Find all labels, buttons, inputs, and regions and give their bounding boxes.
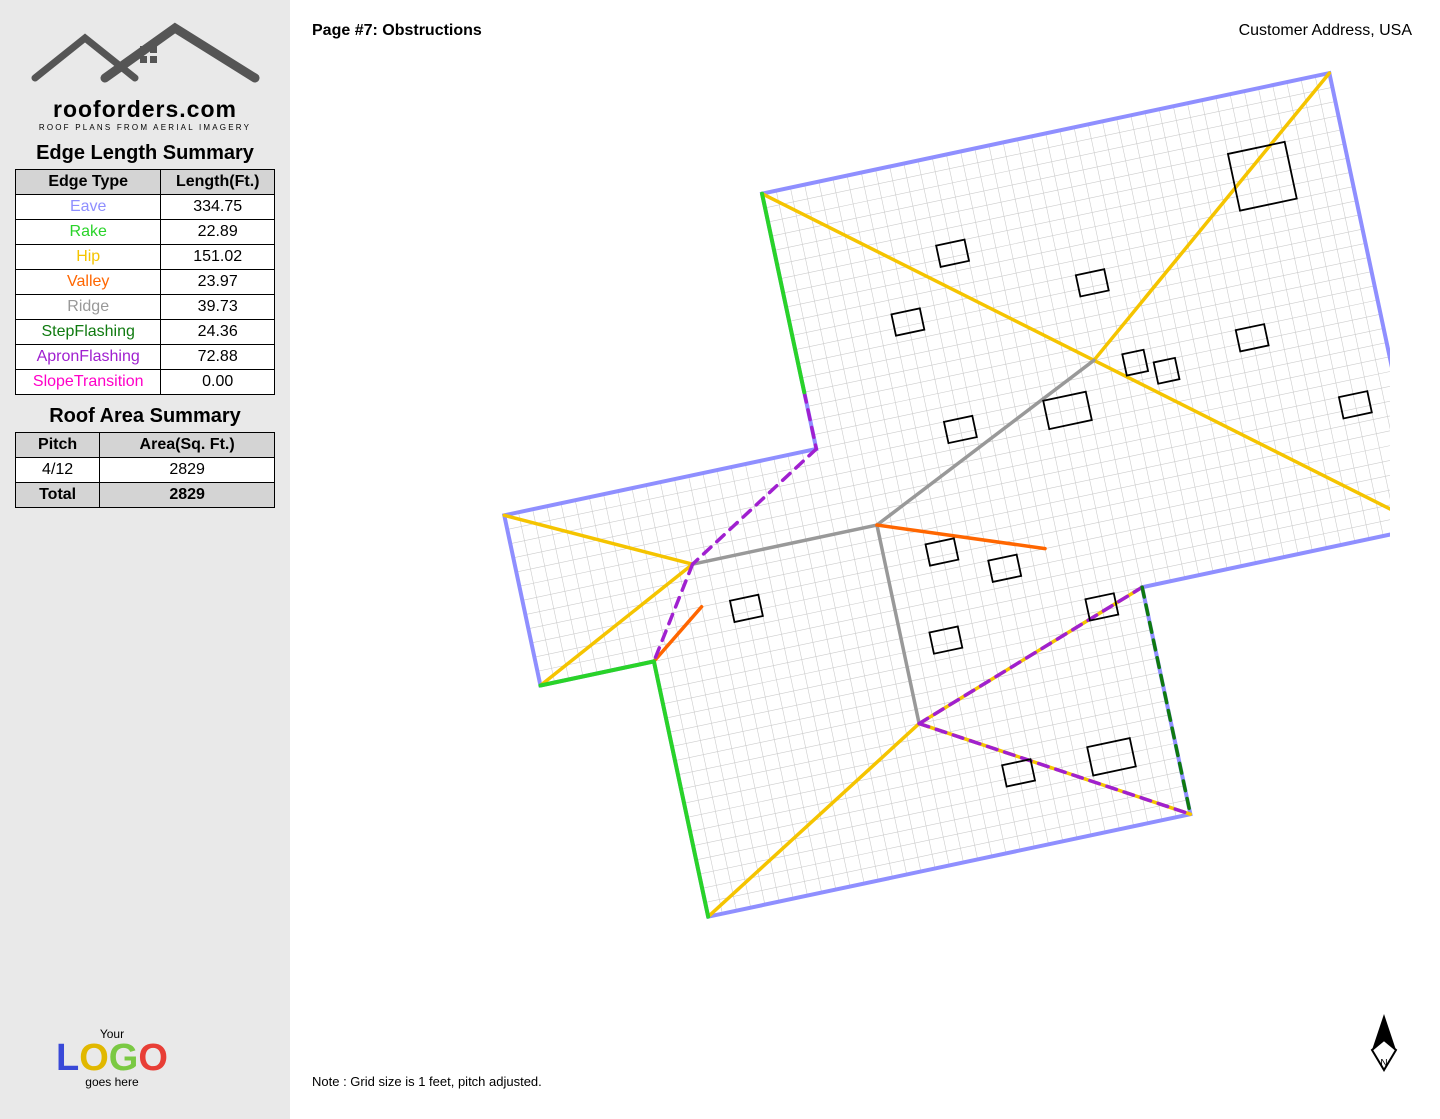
edge-type-cell: Rake xyxy=(16,220,161,245)
edge-type-cell: Hip xyxy=(16,245,161,270)
compass-icon: N xyxy=(1364,1012,1404,1077)
table-row: 4/122829 xyxy=(16,458,275,483)
edge-length-cell: 23.97 xyxy=(161,270,275,295)
edge-length-cell: 39.73 xyxy=(161,295,275,320)
edge-length-cell: 151.02 xyxy=(161,245,275,270)
edge-length-cell: 334.75 xyxy=(161,195,275,220)
table-row: Valley23.97 xyxy=(16,270,275,295)
roof-plan-diagram xyxy=(390,70,1390,990)
table-row: ApronFlashing72.88 xyxy=(16,345,275,370)
edge-summary-title: Edge Length Summary xyxy=(0,142,290,165)
table-row: Ridge39.73 xyxy=(16,295,275,320)
area-summary-table: Pitch Area(Sq. Ft.) 4/122829Total2829 xyxy=(15,432,275,508)
edge-type-cell: ApronFlashing xyxy=(16,345,161,370)
grid-note: Note : Grid size is 1 feet, pitch adjust… xyxy=(312,1074,542,1089)
edge-length-cell: 24.36 xyxy=(161,320,275,345)
sidebar: rooforders.com Roof Plans From Aerial Im… xyxy=(0,0,290,1119)
edge-length-cell: 0.00 xyxy=(161,370,275,395)
area-cell: 2829 xyxy=(100,458,275,483)
edge-summary-table: Edge Type Length(Ft.) Eave334.75Rake22.8… xyxy=(15,169,275,395)
edge-type-cell: StepFlashing xyxy=(16,320,161,345)
area-header-pitch: Pitch xyxy=(16,433,100,458)
total-value: 2829 xyxy=(100,483,275,508)
edge-type-cell: Valley xyxy=(16,270,161,295)
brand-tagline: Roof Plans From Aerial Imagery xyxy=(0,123,290,132)
total-row: Total2829 xyxy=(16,483,275,508)
table-row: Hip151.02 xyxy=(16,245,275,270)
edge-header-length: Length(Ft.) xyxy=(161,170,275,195)
customer-address: Customer Address, USA xyxy=(1239,22,1412,40)
pitch-cell: 4/12 xyxy=(16,458,100,483)
table-row: SlopeTransition0.00 xyxy=(16,370,275,395)
compass-label: N xyxy=(1380,1058,1387,1069)
edge-type-cell: Ridge xyxy=(16,295,161,320)
edge-length-cell: 72.88 xyxy=(161,345,275,370)
area-header-area: Area(Sq. Ft.) xyxy=(100,433,275,458)
table-row: Rake22.89 xyxy=(16,220,275,245)
total-label: Total xyxy=(16,483,100,508)
page-title: Page #7: Obstructions xyxy=(312,22,482,40)
edge-length-cell: 22.89 xyxy=(161,220,275,245)
edge-header-type: Edge Type xyxy=(16,170,161,195)
table-row: Eave334.75 xyxy=(16,195,275,220)
footer-logo-placeholder: Your LOGO goes here xyxy=(56,1027,168,1089)
edge-type-cell: SlopeTransition xyxy=(16,370,161,395)
area-summary-title: Roof Area Summary xyxy=(0,405,290,428)
edge-type-cell: Eave xyxy=(16,195,161,220)
brand-name: rooforders.com xyxy=(53,96,237,122)
main-content: Page #7: Obstructions Customer Address, … xyxy=(290,0,1440,1119)
brand-logo: rooforders.com Roof Plans From Aerial Im… xyxy=(0,18,290,132)
roof-logo-icon xyxy=(25,18,265,98)
table-row: StepFlashing24.36 xyxy=(16,320,275,345)
